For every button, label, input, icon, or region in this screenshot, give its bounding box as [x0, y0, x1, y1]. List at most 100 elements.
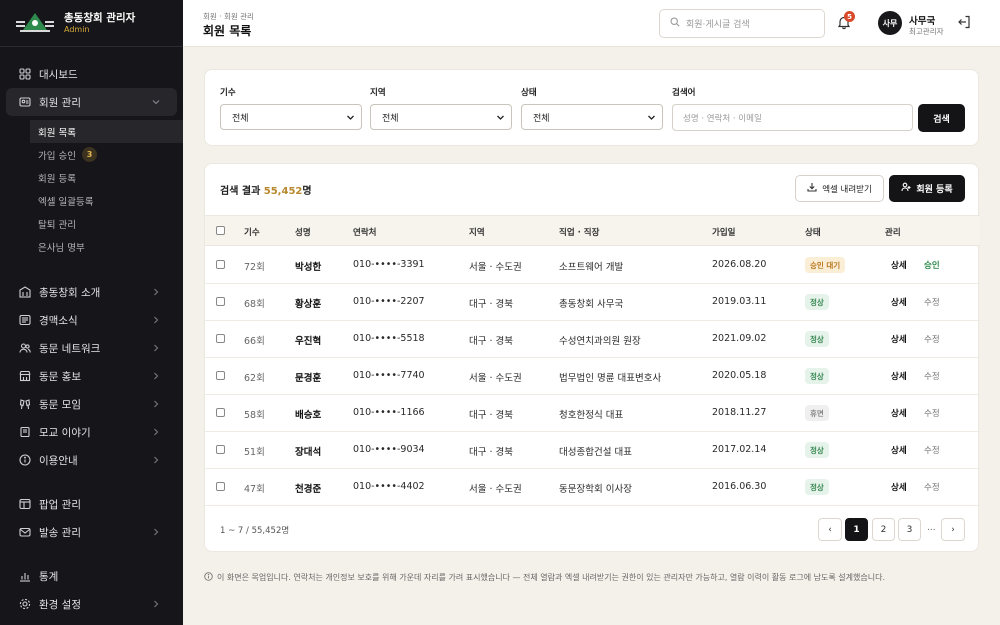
- sidebar-nav: 대시보드 회원 관리 회원 목록 가입 승인 3 회원 등록 엑셀 일괄등록 탈퇴…: [0, 47, 183, 618]
- cell-gen: 66회: [244, 336, 265, 347]
- status-badge: 정상: [805, 442, 829, 458]
- sidebar-item-label: 동문 네트워크: [39, 342, 101, 355]
- sidebar: 총동창회 관리자 Admin 대시보드 회원 관리 회원 목록 가입 승인 3 회…: [0, 0, 183, 625]
- brand-title: 총동창회 관리자: [64, 11, 136, 24]
- table-row[interactable]: 66회 우진혁 010-••••-5518 대구 · 경북 수성연치과의원 원장 2021…: [205, 321, 980, 358]
- sidebar-item-popup[interactable]: 팝업 관리: [0, 490, 183, 518]
- sidebar-subitem-excel-import[interactable]: 엑셀 일괄등록: [0, 189, 183, 212]
- sidebar-item-gatherings[interactable]: 동문 모임: [0, 390, 183, 418]
- sidebar-item-news[interactable]: 경맥소식: [0, 306, 183, 334]
- results-range: 1 ~ 7 / 55,452명: [220, 526, 290, 536]
- generation-select[interactable]: 전체: [220, 104, 362, 130]
- column-header: 성명: [295, 228, 311, 238]
- id-card-icon: [18, 95, 32, 109]
- row-checkbox[interactable]: [216, 371, 225, 380]
- page-button-3[interactable]: 3: [898, 518, 921, 541]
- region-select[interactable]: 전체: [370, 104, 512, 130]
- table-row[interactable]: 62회 문경훈 010-••••-7740 서울 · 수도권 법무법인 명륜 대표변호사…: [205, 358, 980, 395]
- sidebar-subitem-member-list[interactable]: 회원 목록: [30, 120, 183, 143]
- edit-link[interactable]: 수정: [924, 296, 940, 308]
- sidebar-subitem-withdrawal[interactable]: 탈퇴 관리: [0, 212, 183, 235]
- detail-link[interactable]: 상세: [891, 407, 907, 419]
- info-icon: [18, 453, 32, 467]
- subitem-label: 회원 등록: [38, 173, 76, 185]
- edit-link[interactable]: 수정: [924, 407, 940, 419]
- table-row[interactable]: 72회 박성한 010-••••-3391 서울 · 수도권 소프트웨어 개발 2026.…: [205, 247, 980, 284]
- status-select-value: 전체: [533, 113, 550, 124]
- next-page-button[interactable]: ›: [941, 518, 965, 541]
- brand[interactable]: 총동창회 관리자 Admin: [0, 0, 183, 47]
- sidebar-item-promotion[interactable]: 동문 홍보: [0, 362, 183, 390]
- global-search-input[interactable]: 회원·게시글 검색: [659, 9, 825, 38]
- cell-phone: 010-••••-1166: [353, 407, 425, 418]
- sidebar-item-dispatch[interactable]: 발송 관리: [0, 518, 183, 546]
- detail-link[interactable]: 상세: [891, 296, 907, 308]
- sidebar-item-settings[interactable]: 환경 설정: [0, 590, 183, 618]
- row-checkbox[interactable]: [216, 408, 225, 417]
- detail-link[interactable]: 상세: [891, 370, 907, 382]
- edit-link[interactable]: 수정: [924, 333, 940, 345]
- table-row[interactable]: 68회 황상훈 010-••••-2207 대구 · 경북 총동창회 사무국 2019.0…: [205, 284, 980, 321]
- detail-link[interactable]: 상세: [891, 333, 907, 345]
- subitem-label: 회원 목록: [38, 127, 76, 139]
- keyword-label: 검색어: [672, 88, 696, 98]
- detail-link[interactable]: 상세: [891, 444, 907, 456]
- prev-page-button[interactable]: ‹: [818, 518, 842, 541]
- keyword-input[interactable]: 성명 · 연락처 · 이메일: [672, 104, 913, 131]
- sidebar-item-network[interactable]: 동문 네트워크: [0, 334, 183, 362]
- chevron-right-icon: [151, 287, 161, 297]
- row-checkbox[interactable]: [216, 297, 225, 306]
- excel-download-button[interactable]: 엑셀 내려받기: [795, 175, 884, 202]
- search-button[interactable]: 검색: [918, 104, 965, 132]
- cell-name: 황상훈: [295, 299, 322, 310]
- cell-name: 장대석: [295, 447, 322, 458]
- row-checkbox[interactable]: [216, 445, 225, 454]
- select-all-checkbox[interactable]: [216, 226, 225, 235]
- status-badge: 정상: [805, 331, 829, 347]
- cell-region: 대구 · 경북: [469, 410, 514, 421]
- row-checkbox[interactable]: [216, 260, 225, 269]
- sidebar-item-label: 회원 관리: [39, 96, 81, 109]
- sidebar-item-label: 통계: [39, 570, 59, 583]
- cell-name: 우진혁: [295, 336, 322, 347]
- table-row[interactable]: 58회 배승호 010-••••-1166 대구 · 경북 청호한정식 대표 2018.1…: [205, 395, 980, 432]
- approve-link[interactable]: 승인: [924, 259, 940, 271]
- sidebar-item-member-management[interactable]: 회원 관리: [6, 88, 177, 116]
- notification-badge: 5: [844, 11, 855, 22]
- status-label: 상태: [521, 88, 537, 98]
- table-row[interactable]: 51회 장대석 010-••••-9034 대구 · 경북 대성종합건설 대표 2017.…: [205, 432, 980, 469]
- row-checkbox[interactable]: [216, 482, 225, 491]
- results-title-prefix: 검색 결과: [220, 186, 264, 197]
- chart-icon: [18, 569, 32, 583]
- logout-icon[interactable]: [956, 14, 974, 32]
- row-checkbox[interactable]: [216, 334, 225, 343]
- sidebar-subitem-signup-approval[interactable]: 가입 승인 3: [0, 143, 183, 166]
- add-member-label: 회원 등록: [916, 185, 953, 195]
- sidebar-item-about[interactable]: 총동창회 소개: [0, 278, 183, 306]
- info-icon: [204, 572, 213, 583]
- region-label: 지역: [370, 88, 386, 98]
- sidebar-item-school-story[interactable]: 모교 이야기: [0, 418, 183, 446]
- cell-joined: 2018.11.27: [712, 407, 767, 418]
- status-badge: 휴면: [805, 405, 829, 421]
- table-row[interactable]: 47회 천경준 010-••••-4402 서울 · 수도권 동문장학회 이사장 2016…: [205, 469, 980, 506]
- status-select[interactable]: 전체: [521, 104, 663, 130]
- avatar[interactable]: 사무: [878, 11, 902, 35]
- sidebar-item-statistics[interactable]: 통계: [0, 562, 183, 590]
- sidebar-item-guide[interactable]: 이용안내: [0, 446, 183, 474]
- add-member-button[interactable]: 회원 등록: [889, 175, 965, 202]
- detail-link[interactable]: 상세: [891, 481, 907, 493]
- sidebar-subitem-teachers[interactable]: 은사님 명부: [0, 235, 183, 258]
- edit-link[interactable]: 수정: [924, 444, 940, 456]
- edit-link[interactable]: 수정: [924, 370, 940, 382]
- page-button-1[interactable]: 1: [845, 518, 868, 541]
- column-header: 지역: [469, 228, 485, 238]
- cell-gen: 51회: [244, 447, 265, 458]
- sidebar-subitem-member-register[interactable]: 회원 등록: [0, 166, 183, 189]
- detail-link[interactable]: 상세: [891, 259, 907, 271]
- page-button-2[interactable]: 2: [872, 518, 895, 541]
- column-header: 상태: [805, 228, 821, 238]
- cell-region: 서울 · 수도권: [469, 484, 522, 495]
- edit-link[interactable]: 수정: [924, 481, 940, 493]
- sidebar-item-dashboard[interactable]: 대시보드: [0, 60, 183, 88]
